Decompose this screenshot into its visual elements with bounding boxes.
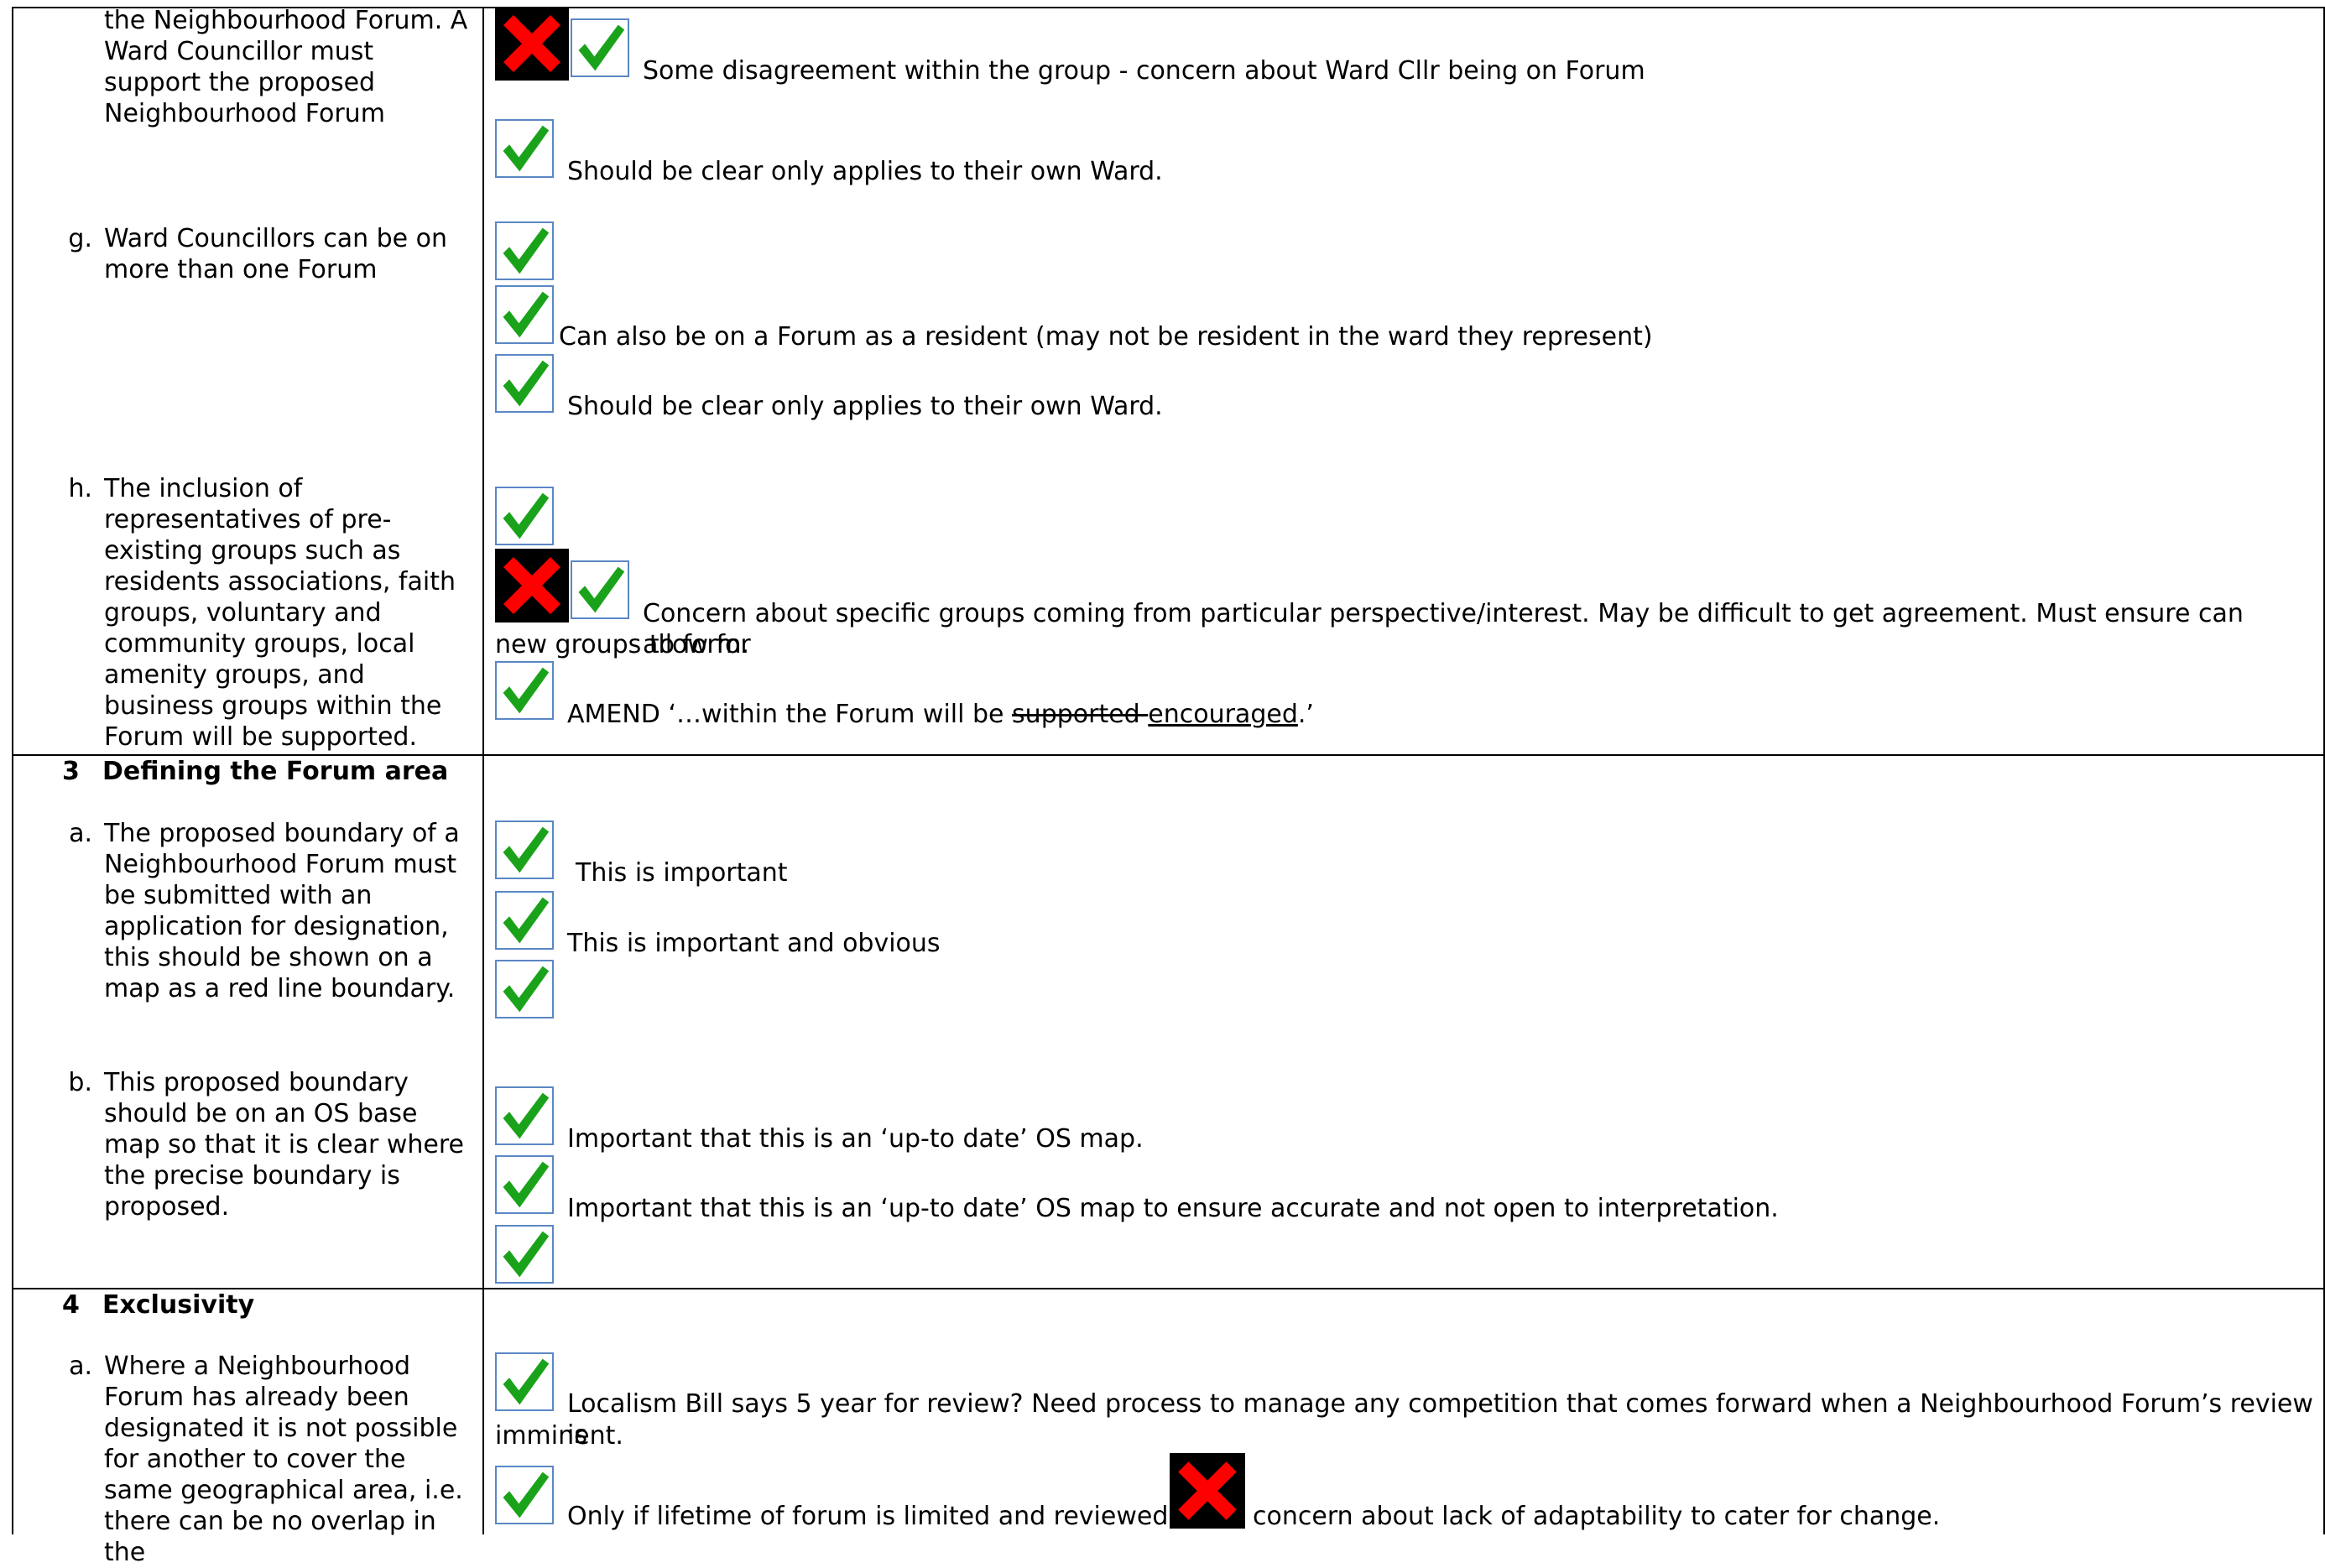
comment-text: Should be clear only applies to their ow… [567, 157, 1163, 186]
check-mark-icon [495, 1466, 554, 1524]
check-mark-icon [571, 18, 629, 77]
criterion-3b: b. This proposed boundary should be on a… [68, 1067, 465, 1222]
check-mark-icon [495, 221, 554, 280]
criterion-letter: a. [69, 1352, 92, 1381]
criterion-f-continuation: the Neighbourhood Forum. A Ward Councill… [104, 5, 473, 129]
section-number: 3 [62, 757, 80, 786]
comment-text: Can also be on a Forum as a resident (ma… [559, 322, 1653, 352]
check-mark-icon [495, 487, 554, 545]
criterion-text: Ward Councillors can be on more than one… [104, 224, 448, 284]
comment-text: Concern about specific groups coming fro… [643, 599, 2244, 659]
check-mark-icon [495, 1155, 554, 1214]
criterion-letter: a. [69, 819, 92, 848]
cross-mark-icon [495, 7, 569, 81]
deleted-text: supported [1012, 700, 1149, 729]
comment-text: This is important [576, 858, 788, 888]
comment-text: Localism Bill says 5 year for review? Ne… [567, 1389, 2313, 1450]
cross-mark-icon [495, 549, 569, 623]
section-title: Defining the Forum area [102, 757, 449, 786]
criterion-g: g. Ward Councillors can be on more than … [68, 223, 465, 285]
comment-text: Should be clear only applies to their ow… [567, 392, 1163, 421]
comment-text: Some disagreement within the group - con… [643, 56, 1645, 86]
comment-text: imminent. [495, 1421, 623, 1451]
criterion-text: This proposed boundary should be on an O… [104, 1068, 464, 1222]
check-mark-icon [495, 960, 554, 1018]
column-divider [482, 7, 484, 1534]
inserted-text: encouraged [1148, 700, 1298, 729]
comment-text: Important that this is an ‘up-to date’ O… [567, 1194, 1779, 1223]
check-mark-icon [495, 1086, 554, 1145]
section-4-heading: 4 Exclusivity [62, 1289, 254, 1321]
section-title: Exclusivity [102, 1290, 255, 1320]
criterion-letter: b. [68, 1068, 92, 1097]
criterion-text: the Neighbourhood Forum. A Ward Councill… [104, 6, 468, 128]
section-number: 4 [62, 1290, 80, 1320]
check-mark-icon [495, 1352, 554, 1411]
check-mark-icon [571, 560, 629, 619]
check-mark-icon [495, 891, 554, 950]
document-page: the Neighbourhood Forum. A Ward Councill… [0, 0, 2325, 1567]
amend-prefix: AMEND ‘…within the Forum will be [567, 700, 1013, 729]
comment-text: Only if lifetime of forum is limited and… [567, 1502, 1169, 1531]
check-mark-icon [495, 820, 554, 879]
check-mark-icon [495, 1225, 554, 1284]
check-mark-icon [495, 354, 554, 413]
section-3-heading: 3 Defining the Forum area [62, 756, 448, 787]
comment-text: concern about lack of adaptability to ca… [1253, 1502, 1941, 1531]
criterion-text: Where a Neighbourhood Forum has already … [104, 1352, 463, 1567]
comments-column: Some disagreement within the group - con… [495, 0, 2316, 1534]
criterion-letter: g. [68, 224, 92, 253]
comment-text: new groups to form. [495, 630, 749, 659]
criterion-letter: h. [68, 474, 92, 503]
comment-text: Important that this is an ‘up-to date’ O… [567, 1124, 1144, 1154]
criterion-3a: a. The proposed boundary of a Neighbourh… [69, 818, 465, 1004]
cross-mark-icon [1170, 1453, 1245, 1529]
criterion-text: The inclusion of representatives of pre-… [104, 474, 456, 752]
table-left-border [12, 7, 13, 1534]
criterion-4a: a. Where a Neighbourhood Forum has alrea… [69, 1351, 473, 1568]
check-mark-icon [495, 119, 554, 178]
criterion-h: h. The inclusion of representatives of p… [68, 473, 473, 753]
check-mark-icon [495, 661, 554, 720]
amend-comment: AMEND ‘…within the Forum will be support… [567, 699, 1314, 730]
amend-suffix: .’ [1297, 700, 1314, 729]
comment-text: This is important and obvious [567, 929, 941, 958]
check-mark-icon [495, 285, 554, 344]
criterion-text: The proposed boundary of a Neighbourhood… [104, 819, 460, 1003]
